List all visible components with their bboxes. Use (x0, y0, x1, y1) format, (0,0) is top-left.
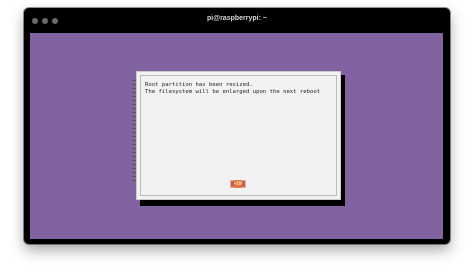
button-right-bracket (242, 181, 245, 187)
ok-button[interactable]: <Ok> (230, 180, 246, 188)
ok-button-label: <Ok> (234, 180, 242, 188)
message-line-2: The filesystem will be enlarged upon the… (145, 89, 321, 95)
dialog-border-ticks (132, 80, 136, 184)
title-bar[interactable]: pi@raspberrypi: ~ (24, 8, 450, 32)
window-title: pi@raspberrypi: ~ (207, 15, 267, 22)
raspi-config-dialog: Root partition has been resized. The fil… (132, 71, 341, 200)
dialog-frame: Root partition has been resized. The fil… (140, 75, 337, 196)
dialog-message: Root partition has been resized. The fil… (145, 82, 337, 96)
terminal-screen: Root partition has been resized. The fil… (30, 33, 443, 239)
message-line-1: Root partition has been resized. (145, 82, 253, 88)
terminal-window: pi@raspberrypi: ~ Root partition has bee… (24, 8, 450, 244)
